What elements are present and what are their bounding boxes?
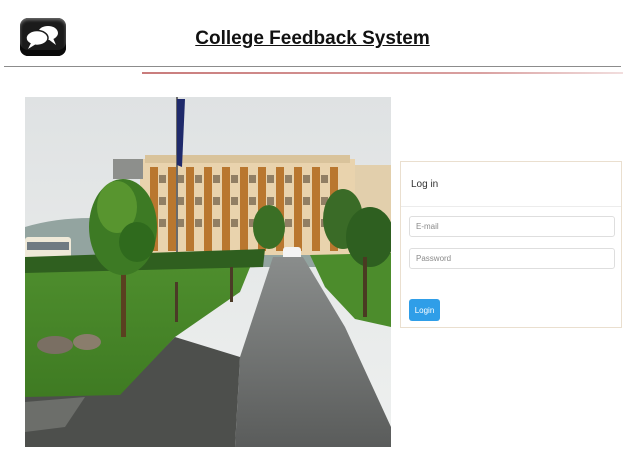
accent-divider — [142, 72, 623, 74]
email-field[interactable] — [409, 216, 615, 237]
app-header: College Feedback System — [4, 4, 621, 67]
login-panel: Log in Login — [400, 161, 622, 328]
page-title: College Feedback System — [195, 28, 430, 49]
login-button[interactable]: Login — [409, 299, 440, 321]
campus-photo — [25, 97, 391, 447]
password-field[interactable] — [409, 248, 615, 269]
login-heading: Log in — [401, 162, 621, 207]
